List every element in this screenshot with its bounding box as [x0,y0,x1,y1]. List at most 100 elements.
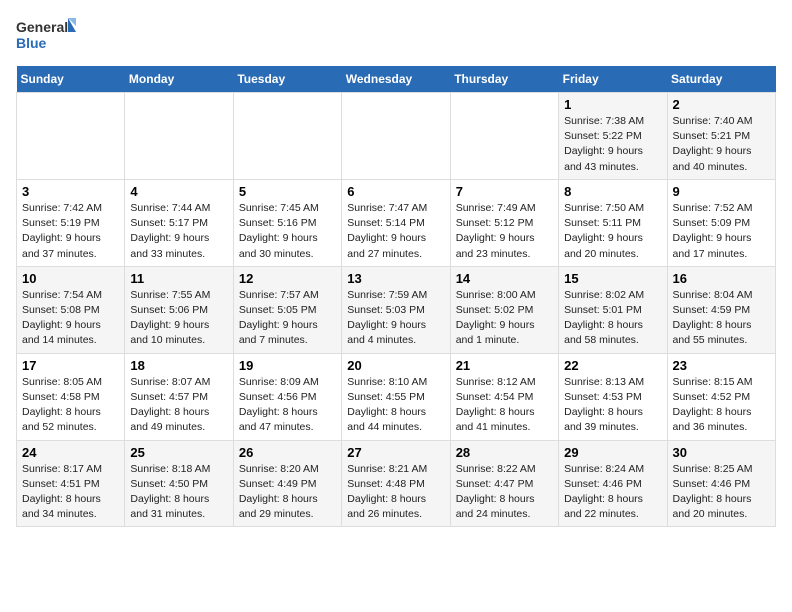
calendar-cell: 18 Sunrise: 8:07 AM Sunset: 4:57 PM Dayli… [125,353,233,440]
calendar-cell: 28 Sunrise: 8:22 AM Sunset: 4:47 PM Dayli… [450,440,558,527]
day-number: 22 [564,358,661,373]
day-info: Sunrise: 8:07 AM Sunset: 4:57 PM Dayligh… [130,375,227,436]
weekday-header: Thursday [450,66,558,93]
day-number: 9 [673,184,770,199]
day-info: Sunrise: 8:17 AM Sunset: 4:51 PM Dayligh… [22,462,119,523]
calendar-cell: 6 Sunrise: 7:47 AM Sunset: 5:14 PM Daylig… [342,179,450,266]
day-info: Sunrise: 7:42 AM Sunset: 5:19 PM Dayligh… [22,201,119,262]
calendar-cell: 24 Sunrise: 8:17 AM Sunset: 4:51 PM Dayli… [17,440,125,527]
calendar-cell [450,93,558,180]
day-info: Sunrise: 8:05 AM Sunset: 4:58 PM Dayligh… [22,375,119,436]
day-info: Sunrise: 8:12 AM Sunset: 4:54 PM Dayligh… [456,375,553,436]
day-info: Sunrise: 7:49 AM Sunset: 5:12 PM Dayligh… [456,201,553,262]
calendar-cell: 22 Sunrise: 8:13 AM Sunset: 4:53 PM Dayli… [559,353,667,440]
calendar-cell: 23 Sunrise: 8:15 AM Sunset: 4:52 PM Dayli… [667,353,775,440]
day-info: Sunrise: 8:04 AM Sunset: 4:59 PM Dayligh… [673,288,770,349]
calendar-cell: 27Sunrise: 8:21 AM Sunset: 4:48 PM Dayli… [342,440,450,527]
day-info: Sunrise: 8:20 AM Sunset: 4:49 PM Dayligh… [239,462,336,523]
day-info: Sunrise: 8:09 AM Sunset: 4:56 PM Dayligh… [239,375,336,436]
weekday-header: Sunday [17,66,125,93]
day-info: Sunrise: 7:44 AM Sunset: 5:17 PM Dayligh… [130,201,227,262]
calendar-cell: 11 Sunrise: 7:55 AM Sunset: 5:06 PM Dayli… [125,266,233,353]
calendar-cell: 14Sunrise: 8:00 AM Sunset: 5:02 PM Dayli… [450,266,558,353]
calendar-cell [17,93,125,180]
header-row: SundayMondayTuesdayWednesdayThursdayFrid… [17,66,776,93]
day-number: 10 [22,271,119,286]
day-number: 18 [130,358,227,373]
weekday-header: Friday [559,66,667,93]
calendar-week: 10 Sunrise: 7:54 AM Sunset: 5:08 PM Dayli… [17,266,776,353]
day-info: Sunrise: 8:25 AM Sunset: 4:46 PM Dayligh… [673,462,770,523]
day-info: Sunrise: 7:55 AM Sunset: 5:06 PM Dayligh… [130,288,227,349]
day-info: Sunrise: 8:15 AM Sunset: 4:52 PM Dayligh… [673,375,770,436]
calendar-cell: 7Sunrise: 7:49 AM Sunset: 5:12 PM Daylig… [450,179,558,266]
day-info: Sunrise: 7:38 AM Sunset: 5:22 PM Dayligh… [564,114,661,175]
calendar-cell: 29 Sunrise: 8:24 AM Sunset: 4:46 PM Dayli… [559,440,667,527]
day-number: 12 [239,271,336,286]
weekday-header: Monday [125,66,233,93]
day-number: 3 [22,184,119,199]
calendar-cell: 8 Sunrise: 7:50 AM Sunset: 5:11 PM Daylig… [559,179,667,266]
calendar-cell: 26 Sunrise: 8:20 AM Sunset: 4:49 PM Dayli… [233,440,341,527]
day-info: Sunrise: 8:02 AM Sunset: 5:01 PM Dayligh… [564,288,661,349]
day-number: 1 [564,97,661,112]
day-number: 28 [456,445,553,460]
calendar-cell: 25 Sunrise: 8:18 AM Sunset: 4:50 PM Dayli… [125,440,233,527]
calendar-cell [342,93,450,180]
day-info: Sunrise: 7:47 AM Sunset: 5:14 PM Dayligh… [347,201,444,262]
calendar-cell: 13Sunrise: 7:59 AM Sunset: 5:03 PM Dayli… [342,266,450,353]
day-number: 26 [239,445,336,460]
svg-text:General: General [16,19,68,35]
day-info: Sunrise: 7:52 AM Sunset: 5:09 PM Dayligh… [673,201,770,262]
generalblue-logo: General Blue [16,16,76,54]
calendar-cell: 10 Sunrise: 7:54 AM Sunset: 5:08 PM Dayli… [17,266,125,353]
day-info: Sunrise: 7:57 AM Sunset: 5:05 PM Dayligh… [239,288,336,349]
calendar-week: 3 Sunrise: 7:42 AM Sunset: 5:19 PM Daylig… [17,179,776,266]
calendar-cell: 2 Sunrise: 7:40 AM Sunset: 5:21 PM Daylig… [667,93,775,180]
day-number: 29 [564,445,661,460]
logo: General Blue [16,16,76,54]
calendar-cell [233,93,341,180]
calendar-cell: 30 Sunrise: 8:25 AM Sunset: 4:46 PM Dayli… [667,440,775,527]
calendar-week: 24 Sunrise: 8:17 AM Sunset: 4:51 PM Dayli… [17,440,776,527]
day-number: 16 [673,271,770,286]
day-info: Sunrise: 7:54 AM Sunset: 5:08 PM Dayligh… [22,288,119,349]
day-info: Sunrise: 8:21 AM Sunset: 4:48 PM Dayligh… [347,462,444,523]
day-number: 11 [130,271,227,286]
day-number: 6 [347,184,444,199]
day-number: 4 [130,184,227,199]
calendar-cell: 17 Sunrise: 8:05 AM Sunset: 4:58 PM Dayli… [17,353,125,440]
day-info: Sunrise: 8:22 AM Sunset: 4:47 PM Dayligh… [456,462,553,523]
day-number: 14 [456,271,553,286]
calendar-week: 1 Sunrise: 7:38 AM Sunset: 5:22 PM Daylig… [17,93,776,180]
calendar-week: 17 Sunrise: 8:05 AM Sunset: 4:58 PM Dayli… [17,353,776,440]
day-number: 20 [347,358,444,373]
day-info: Sunrise: 7:40 AM Sunset: 5:21 PM Dayligh… [673,114,770,175]
calendar-cell: 15 Sunrise: 8:02 AM Sunset: 5:01 PM Dayli… [559,266,667,353]
header: General Blue [16,16,776,54]
day-number: 13 [347,271,444,286]
day-number: 21 [456,358,553,373]
calendar-table: SundayMondayTuesdayWednesdayThursdayFrid… [16,66,776,527]
calendar-cell: 5 Sunrise: 7:45 AM Sunset: 5:16 PM Daylig… [233,179,341,266]
day-number: 24 [22,445,119,460]
day-info: Sunrise: 8:13 AM Sunset: 4:53 PM Dayligh… [564,375,661,436]
day-info: Sunrise: 8:24 AM Sunset: 4:46 PM Dayligh… [564,462,661,523]
day-info: Sunrise: 8:18 AM Sunset: 4:50 PM Dayligh… [130,462,227,523]
day-number: 23 [673,358,770,373]
day-number: 17 [22,358,119,373]
day-number: 15 [564,271,661,286]
day-number: 25 [130,445,227,460]
day-number: 8 [564,184,661,199]
day-info: Sunrise: 7:45 AM Sunset: 5:16 PM Dayligh… [239,201,336,262]
day-number: 2 [673,97,770,112]
day-number: 30 [673,445,770,460]
weekday-header: Tuesday [233,66,341,93]
calendar-cell: 16 Sunrise: 8:04 AM Sunset: 4:59 PM Dayli… [667,266,775,353]
day-info: Sunrise: 7:50 AM Sunset: 5:11 PM Dayligh… [564,201,661,262]
calendar-cell: 12 Sunrise: 7:57 AM Sunset: 5:05 PM Dayli… [233,266,341,353]
calendar-cell [125,93,233,180]
calendar-cell: 20Sunrise: 8:10 AM Sunset: 4:55 PM Dayli… [342,353,450,440]
calendar-cell: 19Sunrise: 8:09 AM Sunset: 4:56 PM Dayli… [233,353,341,440]
day-number: 5 [239,184,336,199]
